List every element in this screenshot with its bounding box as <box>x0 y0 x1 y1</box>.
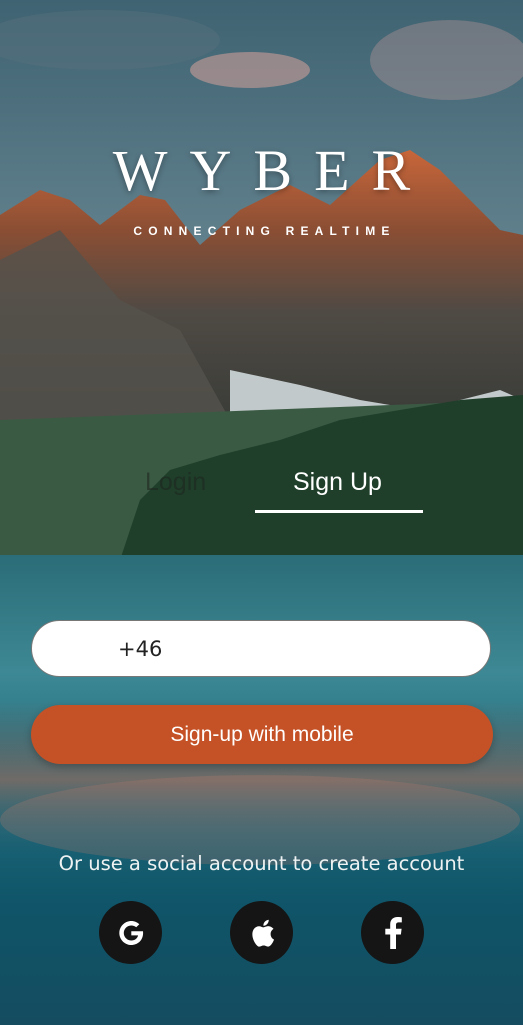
auth-tabs: Login Sign Up <box>0 460 523 516</box>
phone-input[interactable] <box>118 621 458 676</box>
active-tab-indicator <box>255 510 423 513</box>
brand-subtitle: CONNECTING REALTIME <box>133 224 396 238</box>
social-prompt: Or use a social account to create accoun… <box>58 852 465 875</box>
google-signup-button[interactable] <box>99 901 162 964</box>
brand-title: WYBER <box>112 138 433 203</box>
facebook-signup-button[interactable] <box>361 901 424 964</box>
phone-input-field[interactable] <box>31 620 491 677</box>
signup-with-mobile-button[interactable]: Sign-up with mobile <box>31 705 493 764</box>
tab-login[interactable]: Login <box>145 468 206 497</box>
tab-signup[interactable]: Sign Up <box>293 468 382 497</box>
brand-block: WYBER CONNECTING REALTIME <box>0 138 523 239</box>
facebook-icon <box>384 916 402 949</box>
google-icon <box>118 920 143 945</box>
apple-signup-button[interactable] <box>230 901 293 964</box>
apple-icon <box>251 919 274 947</box>
